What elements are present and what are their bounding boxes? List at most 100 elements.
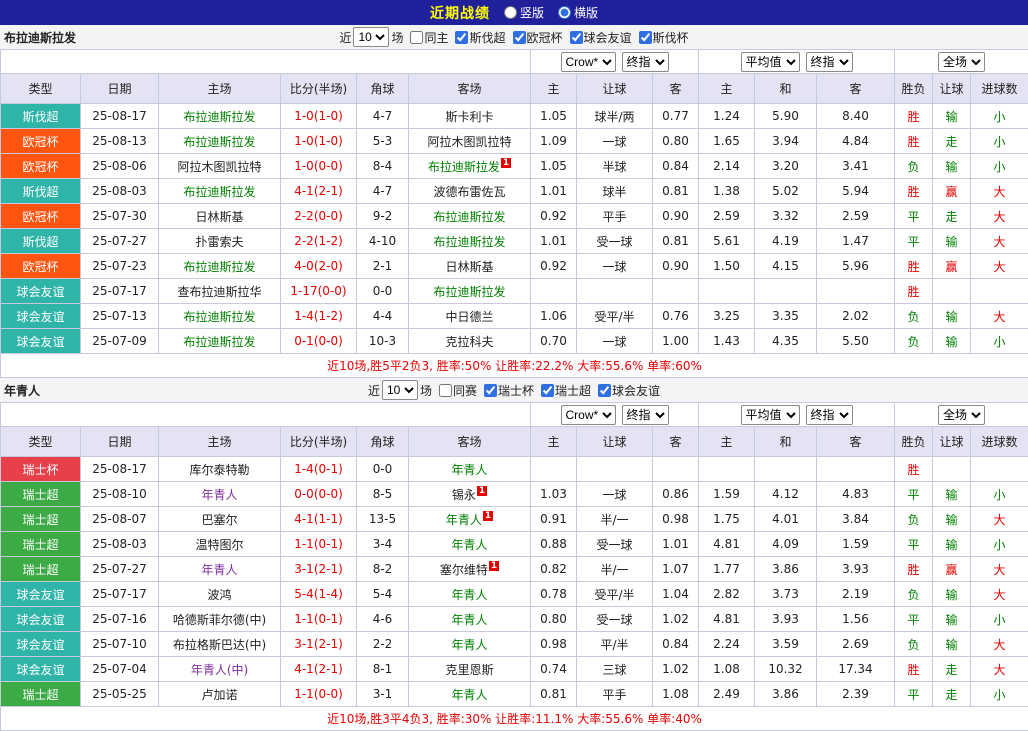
- scope-select[interactable]: 全场: [938, 404, 986, 425]
- horizontal-radio[interactable]: [558, 6, 571, 19]
- score[interactable]: 0-0(0-0): [280, 481, 357, 507]
- checkbox-input-1-1[interactable]: [484, 383, 497, 397]
- score[interactable]: 1-1(0-1): [280, 531, 357, 557]
- away-team[interactable]: 年青人: [408, 606, 531, 632]
- away-team[interactable]: 克里恩斯: [408, 656, 531, 682]
- filter-checkbox-0-0[interactable]: 同主: [410, 29, 448, 46]
- score[interactable]: 1-1(0-1): [280, 606, 357, 632]
- score[interactable]: 1-1(0-0): [280, 681, 357, 707]
- checkbox-input-0-2[interactable]: [512, 30, 526, 44]
- home-team[interactable]: 哈德斯菲尔德(中): [158, 606, 281, 632]
- filter-checkbox-1-2[interactable]: 瑞士超: [541, 382, 591, 399]
- home-team[interactable]: 巴塞尔: [158, 506, 281, 532]
- home-team[interactable]: 查布拉迪斯拉华: [158, 278, 281, 304]
- away-team[interactable]: 年青人: [408, 631, 531, 657]
- result-goals: 小: [970, 128, 1028, 154]
- home-team[interactable]: 年青人: [158, 556, 281, 582]
- avg-select[interactable]: 平均值: [740, 404, 800, 425]
- score[interactable]: 4-0(2-0): [280, 253, 357, 279]
- company-select[interactable]: Crow*: [560, 51, 616, 72]
- away-team[interactable]: 阿拉木图凯拉特: [408, 128, 531, 154]
- home-team[interactable]: 布拉迪斯拉发: [158, 253, 281, 279]
- home-team[interactable]: 日林斯基: [158, 203, 281, 229]
- home-team[interactable]: 布拉迪斯拉发: [158, 303, 281, 329]
- filter-checkbox-0-2[interactable]: 欧冠杯: [512, 29, 563, 46]
- score[interactable]: 4-1(1-1): [280, 506, 357, 532]
- avg-select[interactable]: 平均值: [740, 51, 800, 72]
- summary-text: 近10场,胜5平2负3, 胜率:50% 让胜率:22.2% 大率:55.6% 单…: [0, 353, 1028, 378]
- home-team[interactable]: 卢加诺: [158, 681, 281, 707]
- filter-checkbox-0-4[interactable]: 斯伐杯: [638, 29, 689, 46]
- checkbox-input-1-2[interactable]: [541, 383, 555, 397]
- avg-stage-select[interactable]: 终指: [805, 404, 853, 425]
- avg-stage-select[interactable]: 终指: [805, 51, 853, 72]
- checkbox-input-1-0[interactable]: [438, 383, 452, 397]
- score[interactable]: 4-1(2-1): [280, 656, 357, 682]
- home-team[interactable]: 库尔泰特勒: [158, 456, 281, 482]
- filter-checkbox-0-3[interactable]: 球会友谊: [569, 29, 632, 46]
- score[interactable]: 3-1(2-1): [280, 556, 357, 582]
- home-team[interactable]: 阿拉木图凯拉特: [158, 153, 281, 179]
- away-team[interactable]: 布拉迪斯拉发 1: [408, 153, 531, 179]
- score[interactable]: 1-0(1-0): [280, 103, 357, 129]
- away-team[interactable]: 年青人 1: [408, 506, 531, 532]
- away-team[interactable]: 日林斯基: [408, 253, 531, 279]
- company-stage-select[interactable]: 终指: [621, 404, 669, 425]
- score[interactable]: 5-4(1-4): [280, 581, 357, 607]
- away-team[interactable]: 布拉迪斯拉发: [408, 203, 531, 229]
- away-team[interactable]: 波德布雷佐瓦: [408, 178, 531, 204]
- away-team[interactable]: 年青人: [408, 531, 531, 557]
- score[interactable]: 1-4(0-1): [280, 456, 357, 482]
- league-badge: 瑞士超: [0, 556, 81, 582]
- checkbox-input-0-1[interactable]: [455, 30, 469, 44]
- home-team[interactable]: 布拉格斯巴达(中): [158, 631, 281, 657]
- vertical-radio[interactable]: [503, 6, 517, 19]
- score[interactable]: 3-1(2-1): [280, 631, 357, 657]
- away-team[interactable]: 锡永 1: [408, 481, 531, 507]
- score[interactable]: 2-2(1-2): [280, 228, 357, 254]
- home-team[interactable]: 波鸿: [158, 581, 281, 607]
- home-team[interactable]: 温特图尔: [158, 531, 281, 557]
- home-team[interactable]: 布拉迪斯拉发: [158, 178, 281, 204]
- away-team[interactable]: 布拉迪斯拉发: [408, 278, 531, 304]
- score[interactable]: 1-0(1-0): [280, 128, 357, 154]
- home-team[interactable]: 布拉迪斯拉发: [158, 128, 281, 154]
- eu-draw-odds: 4.15: [754, 253, 817, 279]
- away-team[interactable]: 年青人: [408, 681, 531, 707]
- home-team[interactable]: 扑雷索夫: [158, 228, 281, 254]
- layout-vertical-option[interactable]: 竖版: [503, 4, 544, 21]
- filter-row-blank: [0, 49, 531, 74]
- away-team[interactable]: 中日德兰: [408, 303, 531, 329]
- home-team[interactable]: 年青人: [158, 481, 281, 507]
- match-count-select[interactable]: 10: [353, 27, 390, 47]
- away-team[interactable]: 布拉迪斯拉发: [408, 228, 531, 254]
- match-count-select[interactable]: 10: [381, 380, 418, 400]
- home-team[interactable]: 年青人(中): [158, 656, 281, 682]
- away-team[interactable]: 斯卡利卡: [408, 103, 531, 129]
- filter-checkbox-0-1[interactable]: 斯伐超: [455, 29, 506, 46]
- away-team[interactable]: 年青人: [408, 581, 531, 607]
- home-team[interactable]: 布拉迪斯拉发: [158, 103, 281, 129]
- score[interactable]: 0-1(0-0): [280, 328, 357, 354]
- away-team[interactable]: 克拉科夫: [408, 328, 531, 354]
- score[interactable]: 4-1(2-1): [280, 178, 357, 204]
- company-stage-select[interactable]: 终指: [621, 51, 669, 72]
- company-select[interactable]: Crow*: [560, 404, 616, 425]
- score[interactable]: 1-4(1-2): [280, 303, 357, 329]
- checkbox-input-0-0[interactable]: [410, 30, 424, 44]
- checkbox-input-0-4[interactable]: [638, 30, 652, 44]
- score[interactable]: 1-0(0-0): [280, 153, 357, 179]
- filter-checkbox-1-0[interactable]: 同赛: [438, 382, 477, 399]
- checkbox-input-1-3[interactable]: [598, 383, 612, 397]
- score[interactable]: 2-2(0-0): [280, 203, 357, 229]
- score[interactable]: 1-17(0-0): [280, 278, 357, 304]
- layout-horizontal-option[interactable]: 横版: [558, 4, 598, 21]
- filter-checkbox-1-3[interactable]: 球会友谊: [598, 382, 660, 399]
- ah-home-odds: 0.80: [530, 606, 577, 632]
- away-team[interactable]: 年青人: [408, 456, 531, 482]
- away-team[interactable]: 塞尔维特 1: [408, 556, 531, 582]
- filter-checkbox-1-1[interactable]: 瑞士杯: [484, 382, 534, 399]
- scope-select[interactable]: 全场: [938, 51, 986, 72]
- home-team[interactable]: 布拉迪斯拉发: [158, 328, 281, 354]
- checkbox-input-0-3[interactable]: [569, 30, 583, 44]
